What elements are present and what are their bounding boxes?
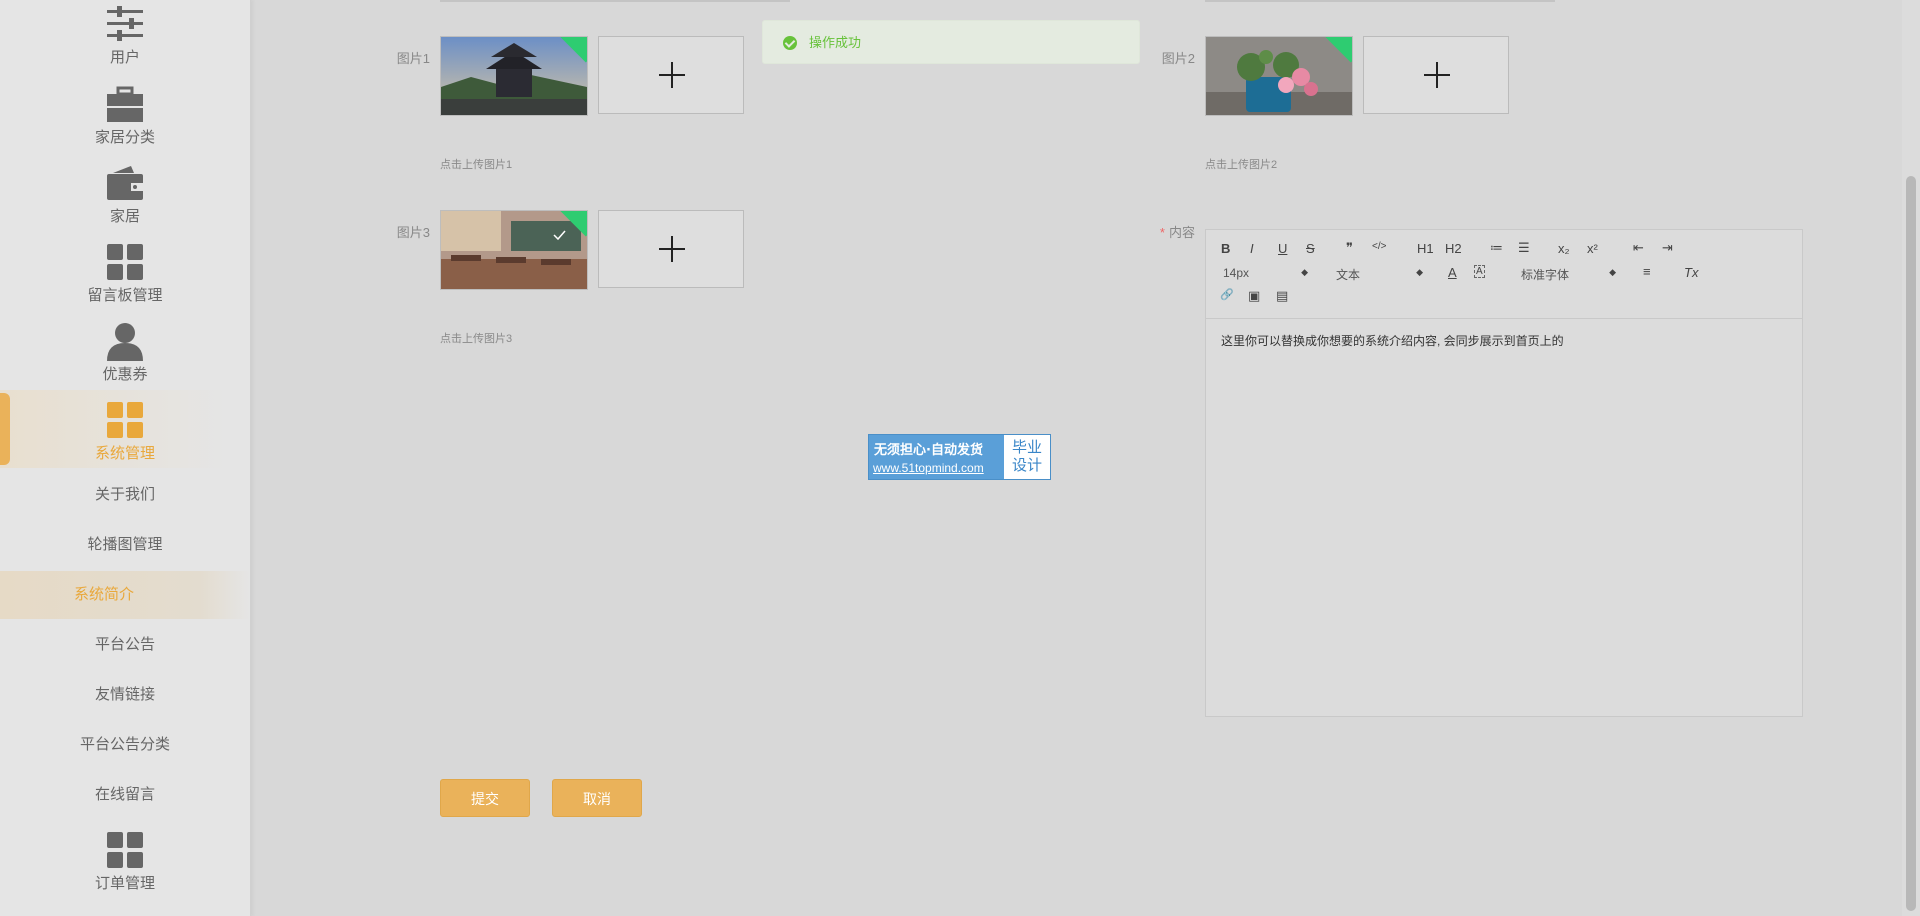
image3-label: 图片3 bbox=[396, 225, 430, 240]
sidebar-subitem-notice-category[interactable]: 平台公告分类 bbox=[0, 721, 250, 769]
sidebar-item-label: 留言板管理 bbox=[87, 287, 163, 304]
sidebar-item-category[interactable]: 家居分类 bbox=[0, 84, 250, 147]
image1-upload-button[interactable] bbox=[598, 36, 744, 114]
sidebar-subitem-carousel[interactable]: 轮播图管理 bbox=[0, 521, 250, 569]
subscript-button[interactable]: x₂ bbox=[1558, 241, 1570, 256]
sidebar-item-furniture[interactable]: 家居 bbox=[0, 163, 250, 226]
sidebar-subitem-notice[interactable]: 平台公告 bbox=[0, 621, 250, 669]
divider bbox=[440, 0, 790, 2]
select-arrow-icon: ◆ bbox=[1609, 267, 1616, 277]
quote-icon[interactable]: ❞ bbox=[1346, 240, 1353, 256]
image-icon[interactable]: ▣ bbox=[1248, 288, 1260, 304]
ordered-list-icon[interactable]: ≔ bbox=[1490, 240, 1503, 256]
background-color-icon[interactable]: A bbox=[1474, 265, 1485, 278]
content-label: * 内容 bbox=[1159, 225, 1195, 240]
h2-button[interactable]: H2 bbox=[1445, 241, 1462, 256]
sidebar-item-label: 订单管理 bbox=[94, 875, 155, 892]
font-size-select[interactable]: 14px ◆ bbox=[1223, 266, 1308, 280]
image1-label: 图片1 bbox=[396, 51, 430, 66]
select-arrow-icon: ◆ bbox=[1416, 267, 1423, 277]
image1-hint: 点击上传图片1 bbox=[440, 159, 513, 171]
sidebar-item-label: 家居 bbox=[109, 208, 140, 225]
bold-button[interactable]: B bbox=[1221, 241, 1230, 256]
briefcase-icon bbox=[105, 84, 145, 124]
sidebar-item-message-board[interactable]: 留言板管理 bbox=[0, 242, 250, 305]
clean-format-icon[interactable]: Tx bbox=[1684, 265, 1698, 280]
outdent-icon[interactable]: ⇤ bbox=[1633, 240, 1644, 256]
sidebar-item-label: 系统管理 bbox=[94, 445, 155, 462]
code-icon[interactable]: </> bbox=[1372, 241, 1386, 252]
image2-hint: 点击上传图片2 bbox=[1205, 159, 1278, 171]
pagoda-image bbox=[441, 37, 587, 115]
h1-button[interactable]: H1 bbox=[1417, 241, 1434, 256]
image2-thumbnail[interactable] bbox=[1205, 36, 1353, 116]
divider bbox=[1205, 0, 1555, 2]
image1-thumbnail[interactable] bbox=[440, 36, 588, 116]
image2-label: 图片2 bbox=[1161, 51, 1195, 66]
grid-icon bbox=[105, 242, 145, 282]
italic-button[interactable]: I bbox=[1250, 241, 1254, 256]
flower-pot-image bbox=[1206, 37, 1352, 115]
grid-icon bbox=[105, 400, 145, 440]
sliders-icon bbox=[105, 4, 145, 44]
sidebar-subitem-links[interactable]: 友情链接 bbox=[0, 671, 250, 719]
wallet-icon bbox=[105, 163, 145, 203]
sidebar-subitem-online-message[interactable]: 在线留言 bbox=[0, 771, 250, 819]
header-select[interactable]: 文本 ◆ bbox=[1336, 266, 1423, 283]
superscript-button[interactable]: x² bbox=[1587, 241, 1598, 256]
sidebar-item-coupon[interactable]: 优惠券 bbox=[0, 321, 250, 384]
success-toast: 操作成功 bbox=[762, 20, 1140, 64]
sidebar: 用户 家居分类 家居 留言板管理 优惠券 系统管理 关于我们 轮播图管理 系统简… bbox=[0, 0, 251, 916]
watermark-banner: 无须担心·自动发货 www.51topmind.com 毕业 设计 bbox=[868, 434, 1051, 480]
scrollbar[interactable] bbox=[1902, 0, 1920, 916]
cancel-button[interactable]: 取消 bbox=[552, 779, 642, 817]
sidebar-item-label: 优惠券 bbox=[102, 366, 148, 383]
watermark-line1: 无须担心·自动发货 bbox=[874, 443, 983, 458]
link-icon[interactable]: 🔗 bbox=[1220, 288, 1234, 301]
video-icon[interactable]: ▤ bbox=[1276, 288, 1288, 304]
sidebar-item-label: 用户 bbox=[109, 49, 140, 66]
image2-upload-button[interactable] bbox=[1363, 36, 1509, 114]
font-color-icon[interactable]: A bbox=[1448, 265, 1457, 280]
indent-icon[interactable]: ⇥ bbox=[1662, 240, 1673, 256]
image3-hint: 点击上传图片3 bbox=[440, 333, 513, 345]
sidebar-item-label: 家居分类 bbox=[94, 129, 155, 146]
sidebar-item-user[interactable]: 用户 bbox=[0, 4, 250, 67]
sidebar-item-system[interactable]: 系统管理 bbox=[0, 400, 250, 463]
align-icon[interactable]: ≡ bbox=[1643, 264, 1651, 279]
submit-button[interactable]: 提交 bbox=[440, 779, 530, 817]
sidebar-subitem-intro[interactable]: 系统简介 bbox=[0, 571, 250, 619]
grid-icon bbox=[105, 830, 145, 870]
image3-upload-button[interactable] bbox=[598, 210, 744, 288]
select-arrow-icon: ◆ bbox=[1301, 267, 1308, 277]
required-mark: * bbox=[1159, 225, 1165, 240]
check-circle-icon bbox=[783, 36, 797, 50]
watermark-url: www.51topmind.com bbox=[873, 461, 984, 475]
editor-toolbar: B I U S ❞ </> H1 H2 ≔ ☰ x₂ x² ⇤ ⇥ 14px ◆ … bbox=[1206, 230, 1802, 319]
rich-text-editor: B I U S ❞ </> H1 H2 ≔ ☰ x₂ x² ⇤ ⇥ 14px ◆ … bbox=[1205, 229, 1803, 717]
editor-content[interactable]: 这里你可以替换成你想要的系统介绍内容, 会同步展示到首页上的 bbox=[1221, 332, 1564, 349]
toast-message: 操作成功 bbox=[809, 35, 862, 50]
font-family-select[interactable]: 标准字体 ◆ bbox=[1521, 266, 1616, 283]
underline-button[interactable]: U bbox=[1278, 241, 1287, 256]
image3-thumbnail[interactable] bbox=[440, 210, 588, 290]
user-icon bbox=[105, 321, 145, 361]
watermark-badge: 毕业 设计 bbox=[1004, 435, 1050, 479]
classroom-image bbox=[441, 211, 587, 289]
strike-button[interactable]: S bbox=[1306, 241, 1315, 256]
sidebar-item-orders[interactable]: 订单管理 bbox=[0, 830, 250, 893]
bullet-list-icon[interactable]: ☰ bbox=[1518, 240, 1530, 256]
scrollbar-thumb[interactable] bbox=[1906, 176, 1916, 911]
sidebar-subitem-about[interactable]: 关于我们 bbox=[0, 471, 250, 519]
